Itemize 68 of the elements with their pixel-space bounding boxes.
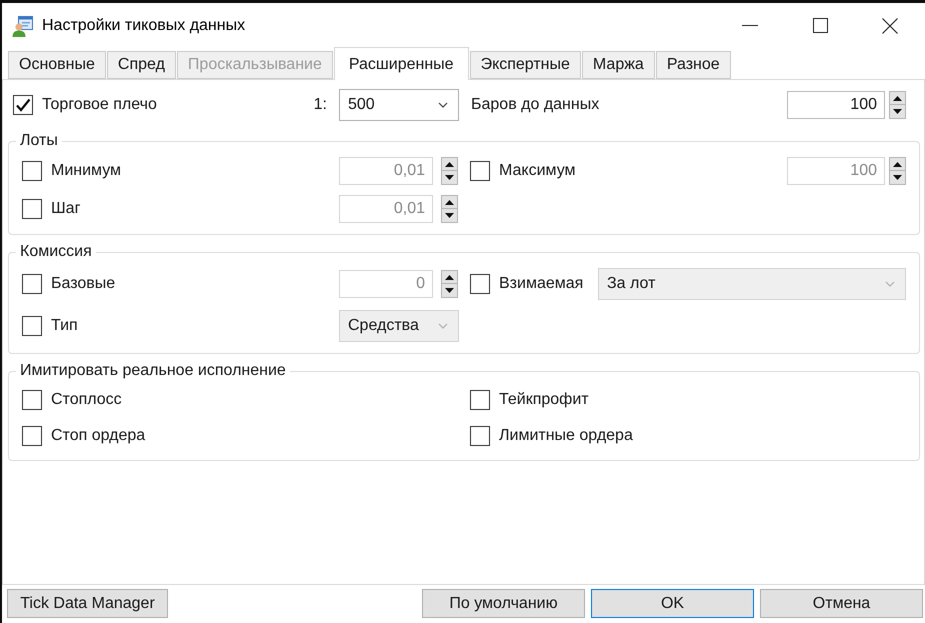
up-triangle-icon	[445, 200, 454, 204]
option-label: Базовые	[51, 274, 116, 294]
group-title: Лоты	[19, 131, 59, 151]
window-title: Настройки тиковых данных	[42, 16, 246, 36]
down-triangle-icon	[445, 213, 454, 218]
spin-down-button[interactable]	[889, 171, 906, 185]
checkbox[interactable]	[470, 274, 490, 294]
option-label: Лимитные ордера	[499, 426, 633, 446]
spin-up-button[interactable]	[441, 195, 458, 209]
down-triangle-icon	[893, 109, 902, 114]
checkbox[interactable]	[22, 199, 42, 219]
number-field[interactable]: 100	[787, 91, 885, 119]
spin-down-button[interactable]	[441, 284, 458, 298]
close-icon	[882, 18, 898, 34]
spin-up-button[interactable]	[441, 270, 458, 284]
chevron-down-icon	[438, 323, 448, 329]
tab[interactable]: Маржа	[582, 51, 655, 79]
option-label: Взимаемая	[499, 274, 584, 294]
option-label: Стоплосс	[51, 390, 122, 410]
app-icon	[12, 14, 34, 36]
down-triangle-icon	[893, 175, 902, 180]
dialog-button[interactable]: Tick Data Manager	[7, 589, 168, 618]
up-triangle-icon	[445, 162, 454, 166]
dialog-button[interactable]: Отмена	[760, 589, 923, 618]
chevron-down-icon	[885, 281, 895, 287]
chevron-down-icon	[438, 102, 448, 108]
down-triangle-icon	[445, 288, 454, 293]
option-label: Тейкпрофит	[499, 390, 589, 410]
tab[interactable]: Экспертные	[470, 51, 581, 79]
option-label: Торговое плечо	[42, 95, 157, 115]
dialog-button[interactable]: По умолчанию	[422, 589, 585, 618]
tab[interactable]: Расширенные	[334, 47, 469, 80]
spin-up-button[interactable]	[441, 157, 458, 171]
dialog-button[interactable]: OK	[591, 589, 754, 618]
option-label: Баров до данных	[470, 95, 600, 115]
checkbox[interactable]	[470, 426, 490, 446]
option-label: Стоп ордера	[51, 426, 146, 446]
option-label: Минимум	[51, 161, 122, 181]
option-label: Тип	[51, 316, 78, 336]
minimize-icon	[742, 25, 758, 26]
checkbox[interactable]	[470, 390, 490, 410]
spin-down-button[interactable]	[441, 171, 458, 185]
spin-down-button[interactable]	[441, 209, 458, 223]
checkmark-icon	[15, 97, 31, 113]
up-triangle-icon	[893, 96, 902, 100]
checkbox[interactable]	[470, 161, 490, 181]
checkbox[interactable]	[22, 426, 42, 446]
checkbox[interactable]	[22, 161, 42, 181]
checkbox[interactable]	[22, 274, 42, 294]
up-triangle-icon	[893, 162, 902, 166]
spin-down-button[interactable]	[889, 105, 906, 119]
group-title: Комиссия	[19, 242, 93, 262]
checkbox[interactable]	[22, 390, 42, 410]
checkbox[interactable]	[22, 316, 42, 336]
tab[interactable]: Основные	[8, 51, 106, 79]
up-triangle-icon	[445, 274, 454, 280]
option-label: Максимум	[499, 161, 576, 181]
down-triangle-icon	[445, 175, 454, 180]
dropdown[interactable]: 500	[339, 89, 459, 121]
tab[interactable]: Спред	[106, 51, 176, 79]
spin-up-button[interactable]	[889, 91, 906, 105]
maximize-icon	[812, 18, 828, 33]
ratio-prefix: 1:	[314, 95, 328, 115]
group-title: Имитировать реальное исполнение	[19, 361, 287, 381]
option-label: Шаг	[51, 199, 80, 219]
checkbox[interactable]	[13, 95, 33, 115]
spin-up-button[interactable]	[889, 157, 906, 171]
tab[interactable]: Разное	[656, 51, 731, 79]
